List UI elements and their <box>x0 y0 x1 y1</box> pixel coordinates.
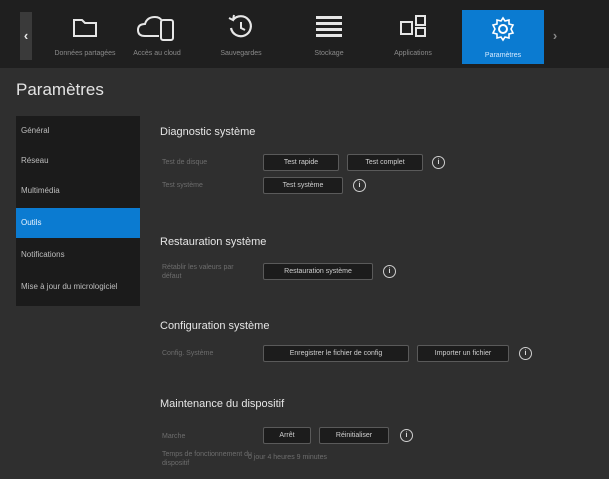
nav-item-backups[interactable]: Sauvegardes <box>200 8 282 64</box>
shutdown-button[interactable]: Arrêt <box>263 427 311 444</box>
sidebar-item-notifications[interactable]: Notifications <box>16 240 140 270</box>
section-title-diagnostic: Diagnostic système <box>160 126 256 138</box>
nav-item-label: Paramètres <box>484 52 522 59</box>
disk-test-label: Test de disque <box>162 159 208 166</box>
info-icon[interactable]: i <box>400 429 413 442</box>
sidebar-item-firmware-update[interactable]: Mise à jour du micrologiciel <box>16 272 140 302</box>
nav-prev-arrow[interactable]: ‹ <box>20 12 32 60</box>
save-config-button[interactable]: Enregistrer le fichier de config <box>263 345 409 362</box>
sidebar-item-tools[interactable]: Outils <box>16 208 140 238</box>
quick-test-button[interactable]: Test rapide <box>263 154 339 171</box>
nav-item-storage[interactable]: Stockage <box>288 8 370 64</box>
uptime-label: Temps de fonctionnement du dispositif <box>162 451 252 467</box>
apps-icon <box>372 12 454 50</box>
nav-item-settings[interactable]: Paramètres <box>462 10 544 64</box>
system-test-label: Test système <box>162 182 203 189</box>
gear-icon <box>462 14 544 52</box>
history-icon <box>200 12 282 50</box>
nav-item-label: Applications <box>394 50 432 57</box>
info-icon[interactable]: i <box>519 347 532 360</box>
nav-item-label: Stockage <box>314 50 344 57</box>
power-label: Marche <box>162 433 186 440</box>
settings-sidebar: Général Réseau Multimédia Outils Notific… <box>16 116 140 306</box>
nav-next-arrow[interactable]: › <box>549 12 561 60</box>
system-restore-button[interactable]: Restauration système <box>263 263 373 280</box>
section-title-restore: Restauration système <box>160 236 267 248</box>
system-config-label: Config. Système <box>162 350 214 357</box>
sidebar-item-multimedia[interactable]: Multimédia <box>16 176 140 206</box>
top-nav-bar: ‹ Données partagées Accès au cloud Sauve… <box>0 0 609 68</box>
info-icon[interactable]: i <box>353 179 366 192</box>
uptime-value: 0 jour 4 heures 9 minutes <box>248 454 327 461</box>
restore-defaults-label: Rétablir les valeurs par défaut <box>162 264 234 280</box>
nav-item-label: Sauvegardes <box>220 50 262 57</box>
nav-item-shared-data[interactable]: Données partagées <box>44 8 126 64</box>
page-title: Paramètres <box>16 80 104 99</box>
import-file-button[interactable]: Importer un fichier <box>417 345 509 362</box>
sidebar-item-network[interactable]: Réseau <box>16 146 140 176</box>
section-title-config: Configuration système <box>160 320 270 332</box>
full-test-button[interactable]: Test complet <box>347 154 423 171</box>
nav-item-label: Accès au cloud <box>133 50 181 57</box>
nav-item-cloud-access[interactable]: Accès au cloud <box>116 8 198 64</box>
folder-icon <box>44 12 126 50</box>
sidebar-item-general[interactable]: Général <box>16 116 140 146</box>
reboot-button[interactable]: Réinitialiser <box>319 427 389 444</box>
info-icon[interactable]: i <box>383 265 396 278</box>
section-title-maintenance: Maintenance du dispositif <box>160 398 285 410</box>
info-icon[interactable]: i <box>432 156 445 169</box>
nav-item-applications[interactable]: Applications <box>372 8 454 64</box>
nav-item-label: Données partagées <box>54 50 116 57</box>
cloud-device-icon <box>116 12 198 50</box>
system-test-button[interactable]: Test système <box>263 177 343 194</box>
storage-icon <box>288 12 370 50</box>
